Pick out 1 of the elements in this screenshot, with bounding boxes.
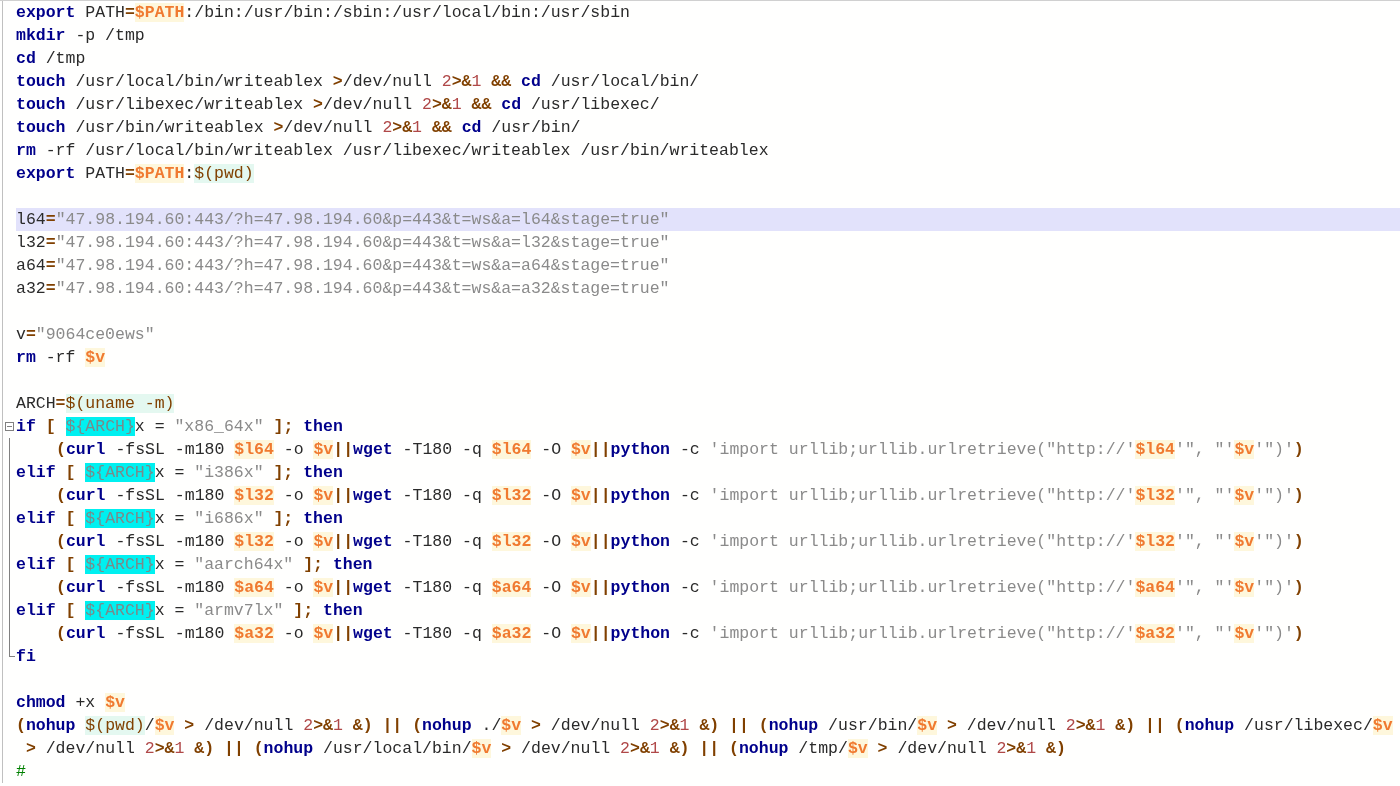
collapse-icon[interactable] [5, 422, 14, 431]
